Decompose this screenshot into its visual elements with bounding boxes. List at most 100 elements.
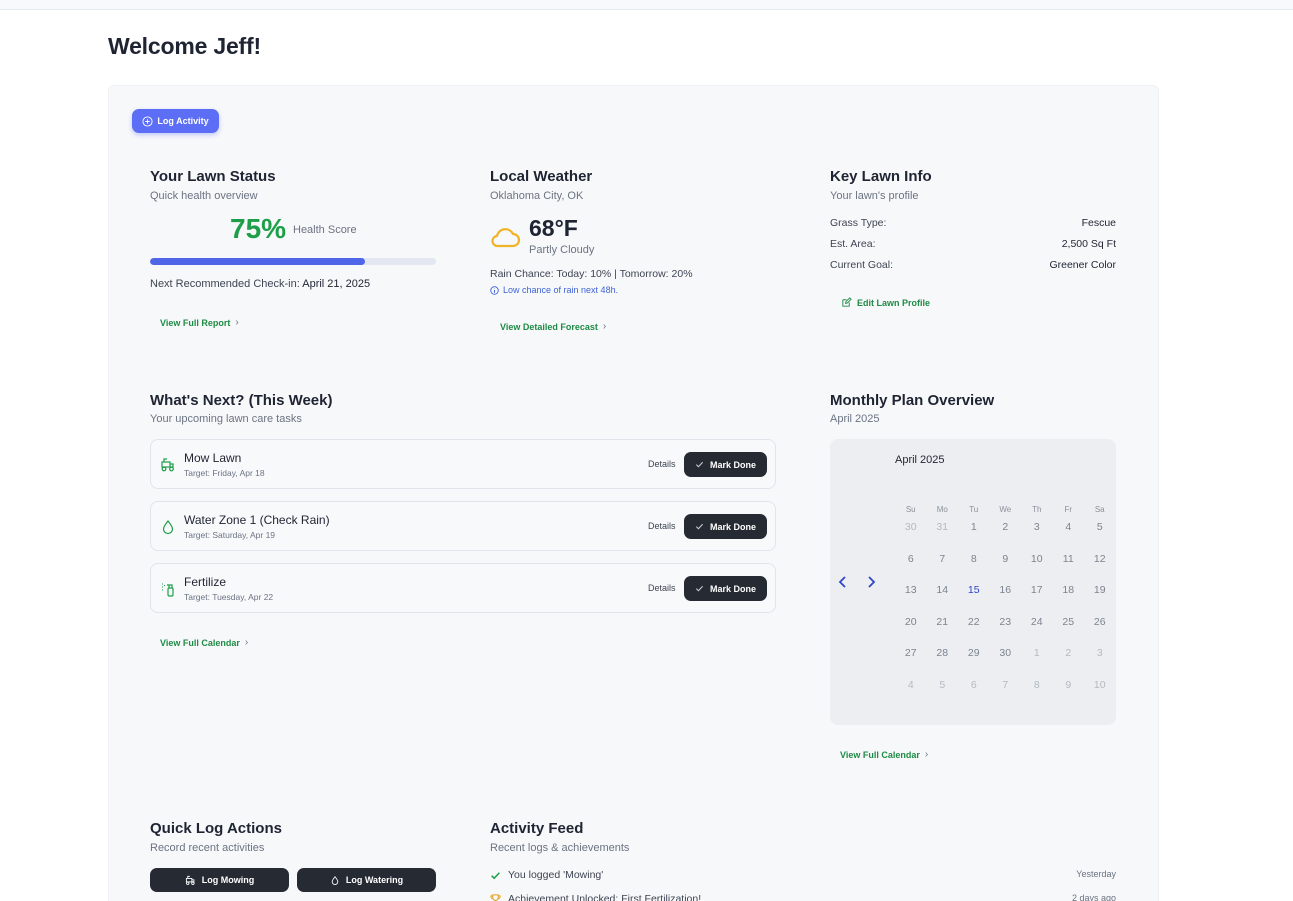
calendar-day[interactable]: 20 — [895, 614, 927, 646]
chevron-right-icon: › — [244, 637, 249, 648]
calendar-day[interactable]: 9 — [1053, 677, 1085, 709]
log-activity-button[interactable]: Log Activity — [132, 109, 219, 133]
mark-done-button[interactable]: Mark Done — [684, 452, 767, 477]
view-full-report-link[interactable]: View Full Report › — [160, 317, 239, 328]
rain-note-text: Low chance of rain next 48h. — [503, 285, 619, 295]
next-checkin: Next Recommended Check-in: April 21, 202… — [150, 278, 370, 290]
calendar-day[interactable]: 25 — [1053, 614, 1085, 646]
activity-feed-subtitle: Recent logs & achievements — [490, 842, 630, 854]
mark-done-label: Mark Done — [709, 459, 756, 470]
task-item: Water Zone 1 (Check Rain) Target: Saturd… — [150, 501, 776, 551]
calendar-day[interactable]: 8 — [1021, 677, 1053, 709]
calendar-day[interactable]: 1 — [1021, 645, 1053, 677]
calendar-day[interactable]: 9 — [990, 551, 1022, 583]
calendar-weekday: Sa — [1094, 505, 1105, 514]
quick-log-subtitle: Record recent activities — [150, 842, 265, 854]
task-details-link[interactable]: Details — [648, 583, 676, 593]
calendar-day[interactable]: 15 — [958, 582, 990, 614]
calendar-day[interactable]: 6 — [895, 551, 927, 583]
calendar-weekday: Th — [1032, 505, 1042, 514]
next-checkin-label: Next Recommended Check-in: — [150, 278, 300, 290]
log-watering-label: Log Watering — [345, 875, 404, 885]
health-score-value: 75% — [230, 213, 287, 244]
log-mowing-button[interactable]: Log Mowing — [150, 868, 289, 892]
chevron-right-icon[interactable] — [864, 575, 878, 589]
calendar-day[interactable]: 16 — [990, 582, 1022, 614]
feed-item-time: Yesterday — [1076, 869, 1116, 879]
mower-icon — [185, 875, 195, 885]
calendar-day[interactable]: 28 — [927, 645, 959, 677]
calendar-day[interactable]: 26 — [1084, 614, 1116, 646]
calendar-day[interactable]: 22 — [958, 614, 990, 646]
calendar-day[interactable]: 3 — [1084, 645, 1116, 677]
chevron-left-icon[interactable] — [836, 575, 850, 589]
calendar-day[interactable]: 2 — [990, 519, 1022, 551]
calendar-day[interactable]: 7 — [990, 677, 1022, 709]
calendar-day[interactable]: 27 — [895, 645, 927, 677]
calendar-day[interactable]: 12 — [1084, 551, 1116, 583]
calendar-day[interactable]: 2 — [1053, 645, 1085, 677]
trophy-icon — [490, 894, 501, 901]
calendar-day[interactable]: 4 — [1053, 519, 1085, 551]
quick-log-title: Quick Log Actions — [150, 820, 282, 837]
calendar-day[interactable]: 6 — [958, 677, 990, 709]
view-full-calendar-link[interactable]: View Full Calendar › — [840, 749, 928, 760]
calendar-day[interactable]: 29 — [958, 645, 990, 677]
log-watering-button[interactable]: Log Watering — [297, 868, 436, 892]
calendar-day[interactable]: 17 — [1021, 582, 1053, 614]
calendar-day[interactable]: 31 — [927, 519, 959, 551]
next-checkin-date: April 21, 2025 — [302, 278, 371, 290]
calendar-day[interactable]: 10 — [1021, 551, 1053, 583]
health-progress-bar — [150, 258, 436, 265]
weather-title: Local Weather — [490, 168, 593, 185]
calendar-day[interactable]: 8 — [958, 551, 990, 583]
spray-bottle-icon — [162, 583, 174, 597]
calendar-day[interactable]: 3 — [1021, 519, 1053, 551]
mark-done-button[interactable]: Mark Done — [684, 576, 767, 601]
view-detailed-forecast-link[interactable]: View Detailed Forecast › — [500, 321, 606, 332]
rain-note: Low chance of rain next 48h. — [490, 285, 618, 295]
calendar-grid: Su Mo Tu We Th Fr Sa 30 31 1 2 3 4 5 6 7 8 9 10 11 12 13 14 15 1… — [895, 505, 1116, 708]
calendar-day[interactable]: 21 — [927, 614, 959, 646]
weather-location: Oklahoma City, OK — [490, 190, 584, 202]
task-details-link[interactable]: Details — [648, 521, 676, 531]
calendar-day[interactable]: 30 — [990, 645, 1022, 677]
feed-item-time: 2 days ago — [1071, 893, 1116, 901]
calendar-day[interactable]: 13 — [895, 582, 927, 614]
check-icon — [695, 585, 704, 592]
lawn-info-title: Key Lawn Info — [830, 168, 932, 185]
calendar-weekday: We — [999, 505, 1012, 514]
calendar-day[interactable]: 24 — [1021, 614, 1053, 646]
calendar-day[interactable]: 18 — [1053, 582, 1085, 614]
monthly-plan-subtitle: April 2025 — [830, 413, 880, 425]
task-name: Water Zone 1 (Check Rain) — [184, 513, 330, 527]
calendar-month-label: April 2025 — [895, 454, 945, 466]
top-bar — [0, 0, 1293, 10]
info-label: Est. Area: — [830, 238, 876, 250]
edit-lawn-profile-link[interactable]: Edit Lawn Profile — [841, 297, 930, 308]
calendar-day[interactable]: 11 — [1053, 551, 1085, 583]
chevron-right-icon: › — [924, 749, 929, 760]
tasks-title: What's Next? (This Week) — [150, 392, 333, 409]
calendar-day[interactable]: 5 — [927, 677, 959, 709]
calendar-day[interactable]: 10 — [1084, 677, 1116, 709]
calendar-day[interactable]: 23 — [990, 614, 1022, 646]
calendar-day[interactable]: 19 — [1084, 582, 1116, 614]
lawn-status-title: Your Lawn Status — [150, 168, 276, 185]
mark-done-button[interactable]: Mark Done — [684, 514, 767, 539]
task-target: Target: Friday, Apr 18 — [184, 468, 265, 478]
task-details-link[interactable]: Details — [648, 459, 676, 469]
edit-icon — [842, 297, 852, 307]
lawn-status-subtitle: Quick health overview — [150, 190, 258, 202]
calendar-day[interactable]: 5 — [1084, 519, 1116, 551]
info-value: Fescue — [1081, 217, 1116, 229]
calendar-day[interactable]: 7 — [927, 551, 959, 583]
calendar-day[interactable]: 4 — [895, 677, 927, 709]
calendar-day[interactable]: 1 — [958, 519, 990, 551]
calendar-day[interactable]: 30 — [895, 519, 927, 551]
view-full-calendar-link[interactable]: View Full Calendar › — [160, 637, 248, 648]
info-label: Current Goal: — [830, 259, 894, 271]
calendar-weekday: Mo — [936, 505, 948, 514]
calendar: April 2025 Su Mo Tu We Th Fr Sa 30 31 1 2 3 4 5 6 7 8 9 10… — [830, 439, 1116, 725]
calendar-day[interactable]: 14 — [927, 582, 959, 614]
